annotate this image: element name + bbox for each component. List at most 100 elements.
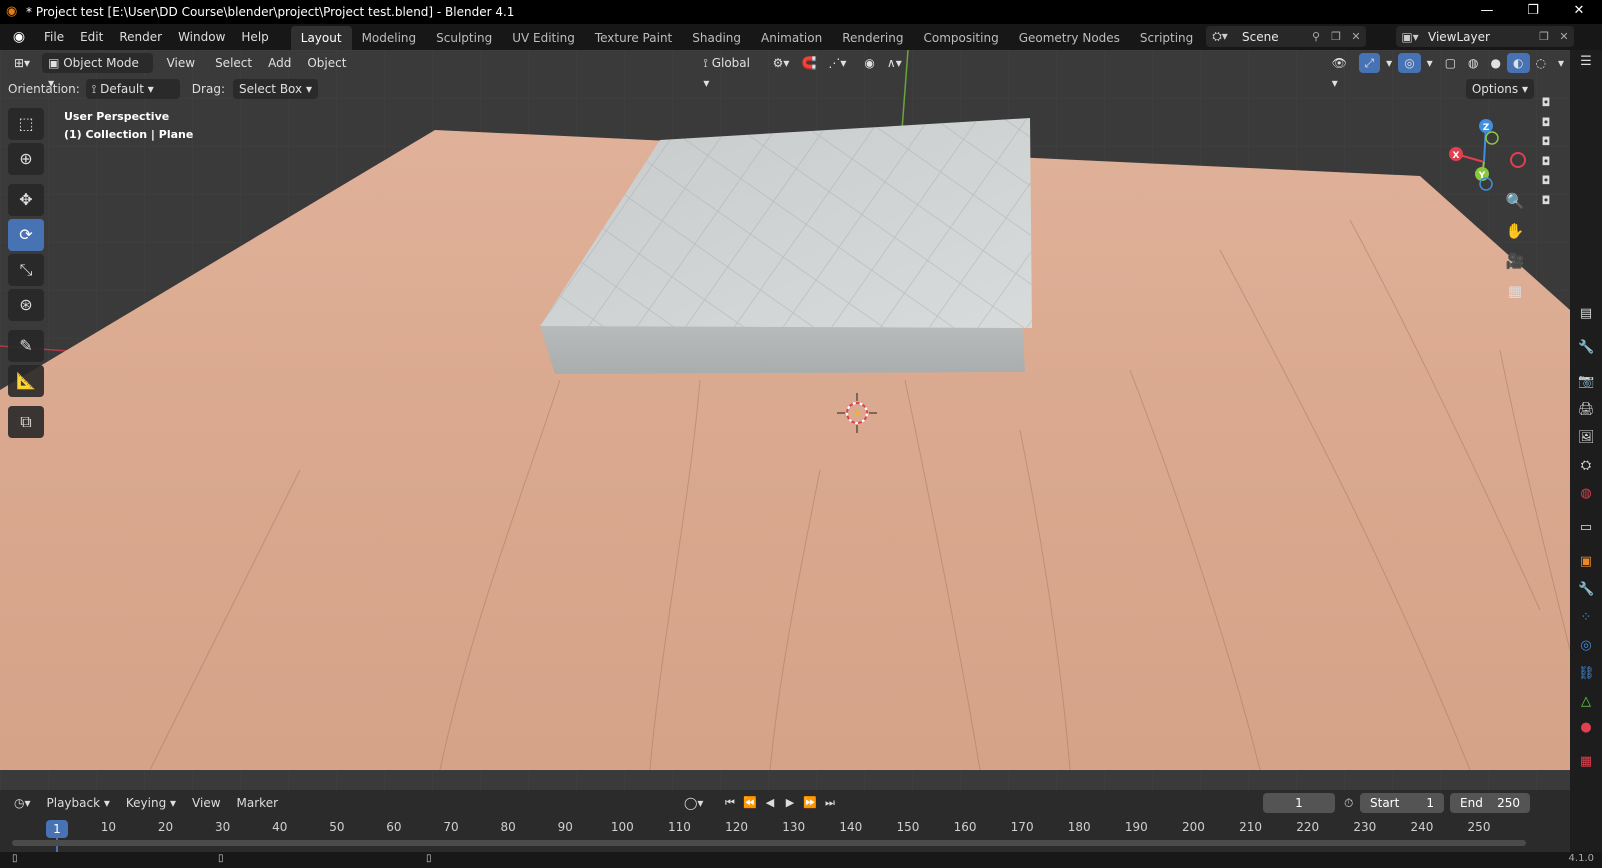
menu-select[interactable]: Select — [209, 53, 258, 73]
world-properties-icon[interactable]: ◍ — [1578, 486, 1594, 502]
tab-sculpting[interactable]: Sculpting — [426, 26, 502, 50]
xray-icon[interactable]: ▢ — [1439, 53, 1462, 73]
proportional-edit-icon[interactable]: ◉ — [858, 53, 880, 73]
scale-tool-icon[interactable]: ⤡ — [8, 254, 44, 286]
tab-scripting[interactable]: Scripting — [1130, 26, 1203, 50]
drag-dropdown[interactable]: Select Box ▾ — [232, 79, 318, 99]
tab-shading[interactable]: Shading — [682, 26, 751, 50]
snap-target-icon[interactable]: ⋰▾ — [822, 53, 852, 73]
editor-type-icon[interactable]: ⊞▾ — [8, 53, 36, 73]
camera-visibility-icon[interactable]: ◘ — [1538, 194, 1554, 214]
cursor-tool-icon[interactable]: ⊕ — [8, 143, 44, 175]
zoom-view-icon[interactable]: 🔍 — [1500, 188, 1530, 214]
menu-edit[interactable]: Edit — [72, 26, 111, 48]
timeline-scrollbar[interactable] — [12, 840, 1526, 846]
menu-window[interactable]: Window — [170, 26, 233, 48]
data-properties-icon[interactable]: △ — [1578, 694, 1594, 710]
tool-properties-icon[interactable]: 🔧 — [1578, 340, 1594, 356]
new-view-layer-icon[interactable]: ❐ — [1534, 30, 1554, 43]
add-cube-tool-icon[interactable]: ⧉ — [8, 406, 44, 438]
auto-keying-icon[interactable]: ◯▾ — [676, 793, 711, 813]
overlay-toggle-icon[interactable]: ◎ — [1398, 53, 1421, 73]
view-layer-name[interactable]: ViewLayer — [1424, 30, 1534, 44]
tab-texture-paint[interactable]: Texture Paint — [585, 26, 682, 50]
end-frame-field[interactable]: End 250 — [1450, 793, 1530, 813]
delete-scene-icon[interactable]: ✕ — [1346, 30, 1366, 43]
annotate-tool-icon[interactable]: ✎ — [8, 330, 44, 362]
orientation-dropdown[interactable]: ⟟ Default ▾ — [85, 79, 180, 99]
transform-tool-icon[interactable]: ⊛ — [8, 289, 44, 321]
marker-menu[interactable]: Marker — [229, 793, 286, 813]
particle-properties-icon[interactable]: ⁘ — [1578, 610, 1594, 626]
menu-file[interactable]: File — [36, 26, 72, 48]
material-properties-icon[interactable]: ● — [1578, 720, 1594, 736]
camera-visibility-icon[interactable]: ◘ — [1538, 155, 1554, 175]
camera-visibility-icon[interactable]: ◘ — [1538, 135, 1554, 155]
pan-view-icon[interactable]: ✋ — [1500, 218, 1530, 244]
perspective-toggle-icon[interactable]: ▦ — [1500, 278, 1530, 304]
constraint-properties-icon[interactable]: ⛓ — [1578, 666, 1595, 682]
3d-viewport[interactable]: ⊞▾ ▣ Object Mode ▾ View Select Add Objec… — [0, 50, 1570, 790]
gizmo-dropdown-icon[interactable]: ▾ — [1380, 53, 1398, 73]
viewport-scene[interactable] — [0, 50, 1570, 790]
tab-compositing[interactable]: Compositing — [913, 26, 1008, 50]
menu-help[interactable]: Help — [233, 26, 276, 48]
move-tool-icon[interactable]: ✥ — [8, 184, 44, 216]
output-properties-icon[interactable]: 🖨 — [1578, 402, 1595, 418]
next-keyframe-icon[interactable]: ⏩ — [800, 793, 820, 813]
close-button[interactable]: ✕ — [1556, 0, 1602, 24]
scene-name[interactable]: Scene — [1234, 30, 1306, 44]
falloff-icon[interactable]: ∧▾ — [881, 53, 908, 73]
overlay-dropdown-icon[interactable]: ▾ — [1421, 53, 1439, 73]
tab-uv-editing[interactable]: UV Editing — [502, 26, 585, 50]
keying-menu[interactable]: Keying ▾ — [118, 793, 184, 813]
solid-shading-icon[interactable]: ● — [1485, 53, 1507, 73]
shading-dropdown-icon[interactable]: ▾ — [1552, 53, 1570, 73]
texture-properties-icon[interactable]: ▦ — [1578, 754, 1594, 770]
scene-icon[interactable]: ⛭▾ — [1206, 29, 1234, 44]
frame-ruler[interactable]: 10 20 30 40 50 60 70 80 90 100 110 120 130 140 150 160 1… — [0, 818, 1570, 838]
scene-selector[interactable]: ⛭▾ Scene ⚲ ❐ ✕ — [1206, 26, 1366, 47]
measure-tool-icon[interactable]: 📐 — [8, 365, 44, 397]
prev-keyframe-icon[interactable]: ⏪ — [740, 793, 760, 813]
material-shading-icon[interactable]: ◐ — [1507, 53, 1530, 73]
tab-modeling[interactable]: Modeling — [352, 26, 427, 50]
tab-rendering[interactable]: Rendering — [832, 26, 913, 50]
jump-end-icon[interactable]: ⏭ — [820, 793, 840, 813]
timeline-view-menu[interactable]: View — [184, 793, 228, 813]
camera-visibility-icon[interactable]: ◘ — [1538, 96, 1554, 116]
options-dropdown[interactable]: Options ▾ — [1465, 79, 1534, 99]
timeline-editor[interactable]: ◷▾ Playback ▾ Keying ▾ View Marker ◯▾ ⏮ … — [0, 790, 1570, 852]
visibility-icon[interactable]: 👁▾ — [1326, 53, 1359, 90]
minimize-button[interactable]: — — [1464, 0, 1510, 24]
tab-geometry-nodes[interactable]: Geometry Nodes — [1009, 26, 1130, 50]
camera-view-icon[interactable]: 🎥 — [1500, 248, 1530, 274]
menu-render[interactable]: Render — [111, 26, 170, 48]
physics-properties-icon[interactable]: ◎ — [1578, 638, 1594, 654]
pin-scene-icon[interactable]: ⚲ — [1306, 30, 1326, 43]
menu-object[interactable]: Object — [301, 53, 352, 73]
collection-properties-icon[interactable]: ▭ — [1578, 520, 1594, 536]
tab-animation[interactable]: Animation — [751, 26, 832, 50]
play-icon[interactable]: ▶ — [780, 793, 800, 813]
camera-visibility-icon[interactable]: ◘ — [1538, 174, 1554, 194]
playback-menu[interactable]: Playback ▾ — [39, 793, 118, 813]
rendered-shading-icon[interactable]: ◌ — [1530, 53, 1552, 73]
snap-icon[interactable]: 🧲 — [795, 53, 822, 73]
menu-view[interactable]: View — [161, 53, 201, 73]
render-properties-icon[interactable]: 📷 — [1578, 374, 1594, 390]
modifier-properties-icon[interactable]: 🔧 — [1578, 582, 1594, 598]
blender-logo-icon[interactable]: ◉ — [8, 26, 30, 48]
timeline-editor-type-icon[interactable]: ◷▾ — [6, 793, 39, 813]
start-frame-field[interactable]: Start 1 — [1360, 793, 1444, 813]
preview-range-icon[interactable]: ⏱ — [1336, 793, 1361, 813]
view-layer-icon[interactable]: ▣▾ — [1396, 30, 1424, 44]
view-layer-properties-icon[interactable]: 🖼 — [1578, 430, 1595, 446]
mode-dropdown[interactable]: ▣ Object Mode ▾ — [42, 53, 153, 90]
properties-editor-icon[interactable]: ▤ — [1578, 306, 1594, 322]
restore-button[interactable]: ❐ — [1510, 0, 1556, 24]
current-frame-field[interactable]: 1 — [1263, 793, 1335, 813]
gizmo-toggle-icon[interactable]: ⤢ — [1358, 53, 1381, 73]
select-box-tool-icon[interactable]: ⬚ — [8, 108, 44, 140]
playhead[interactable]: 1 — [46, 820, 68, 838]
